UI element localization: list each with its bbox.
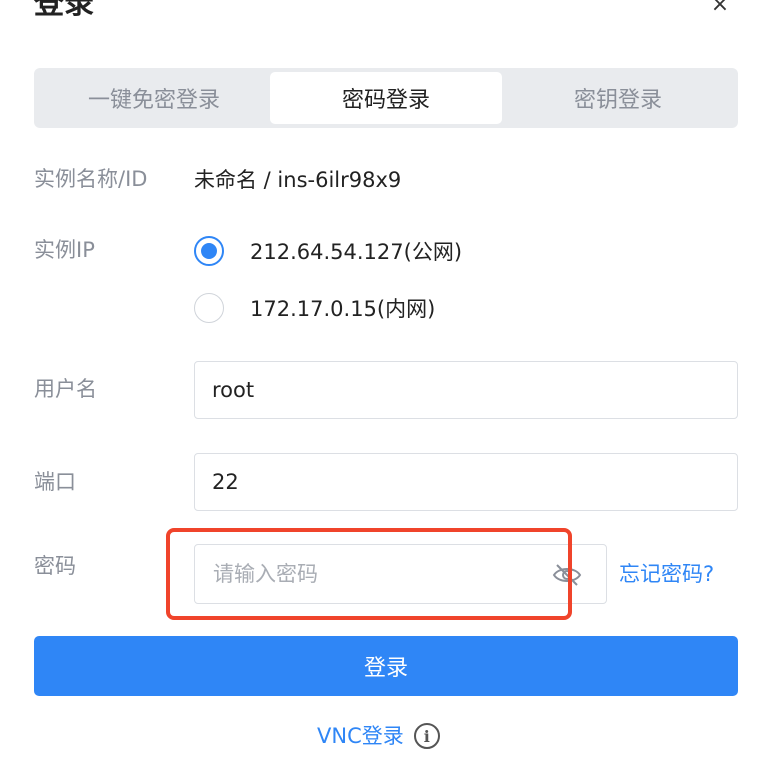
- instance-name-value: 未命名 / ins-6ilr98x9: [194, 168, 402, 192]
- tab-passwordless-login[interactable]: 一键免密登录: [38, 72, 270, 124]
- instance-ip-label: 实例IP: [34, 238, 95, 262]
- tab-password-login[interactable]: 密码登录: [270, 72, 502, 124]
- username-input[interactable]: root: [194, 361, 738, 419]
- ip-option-private[interactable]: 172.17.0.15(内网): [194, 293, 435, 323]
- tab-key-login[interactable]: 密钥登录: [502, 72, 734, 124]
- ip-option-public[interactable]: 212.64.54.127(公网): [194, 236, 462, 266]
- radio-checked-icon[interactable]: [194, 236, 224, 266]
- vnc-login-link[interactable]: VNC登录: [317, 722, 404, 750]
- eye-hidden-icon[interactable]: [552, 561, 582, 589]
- instance-name-label: 实例名称/ID: [34, 167, 148, 191]
- password-label: 密码: [34, 554, 76, 578]
- ip-option-label: 172.17.0.15(内网): [250, 297, 436, 321]
- dialog-title: 登录: [34, 0, 94, 21]
- password-placeholder: 请输入密码: [213, 562, 318, 586]
- password-input[interactable]: 请输入密码: [194, 544, 607, 604]
- close-icon[interactable]: ×: [709, 0, 731, 16]
- vnc-login-row: VNC登录 i: [317, 722, 440, 750]
- port-label: 端口: [34, 470, 76, 494]
- info-icon[interactable]: i: [413, 723, 440, 749]
- login-method-tabs: 一键免密登录 密码登录 密钥登录: [34, 68, 738, 128]
- radio-unchecked-icon[interactable]: [194, 293, 224, 323]
- forgot-password-link[interactable]: 忘记密码?: [619, 560, 714, 588]
- username-label: 用户名: [34, 377, 97, 401]
- port-input[interactable]: 22: [194, 453, 738, 511]
- ip-option-label: 212.64.54.127(公网): [250, 240, 463, 264]
- login-button[interactable]: 登录: [34, 636, 738, 696]
